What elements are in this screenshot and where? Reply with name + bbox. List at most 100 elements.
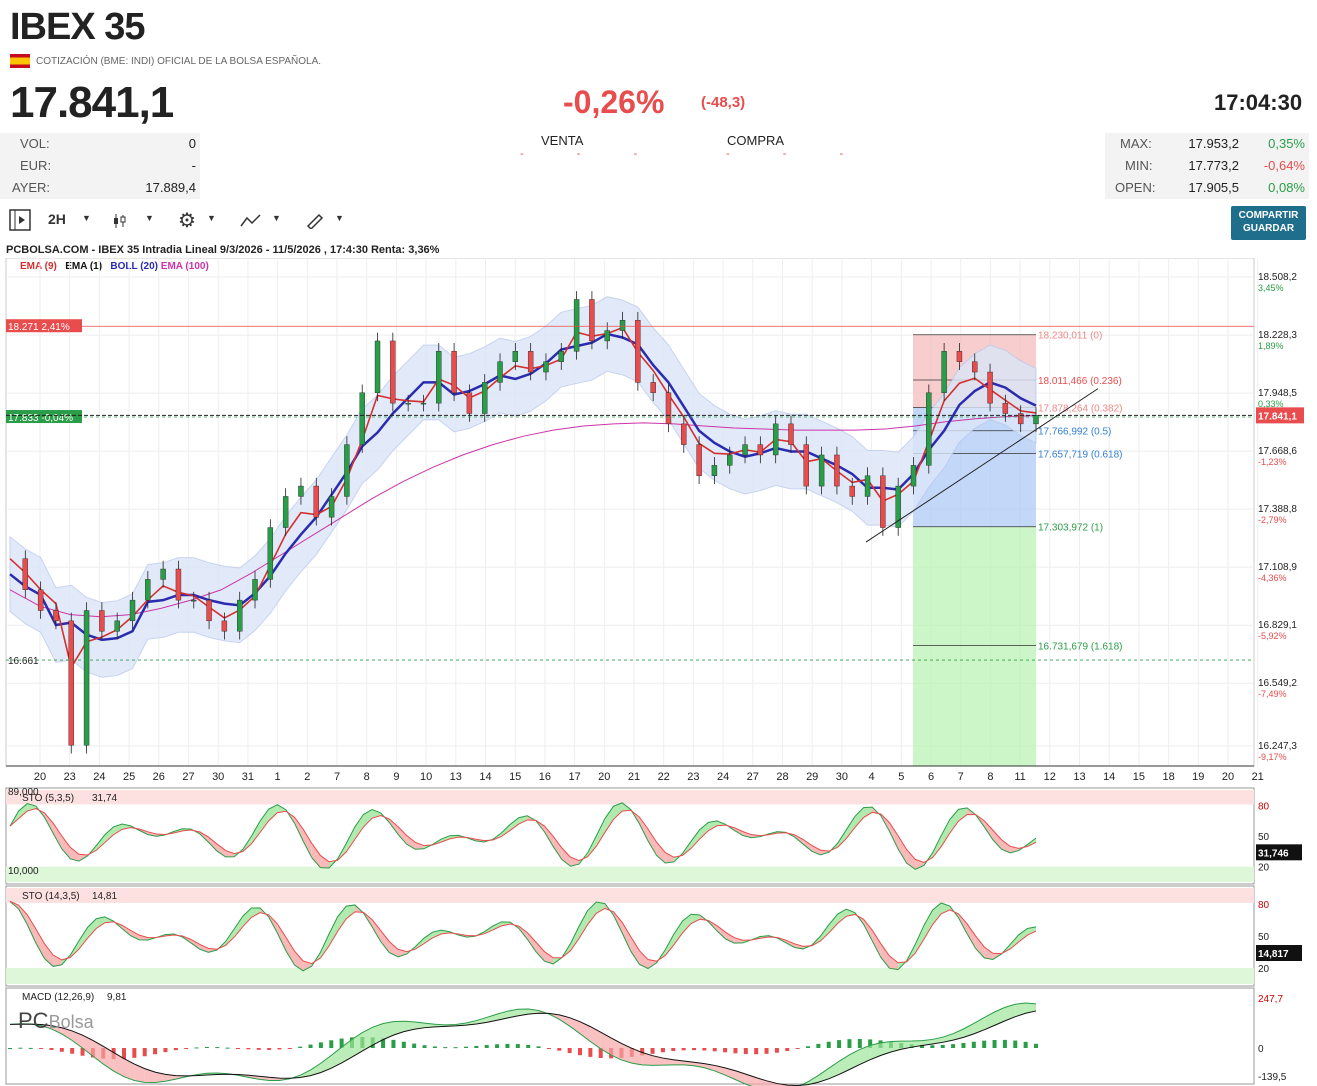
y-tick-pct: -4,36% — [1258, 573, 1287, 583]
x-tick-label: 9 — [393, 771, 399, 783]
macd-hist-bar — [39, 1048, 44, 1049]
candle-body — [972, 361, 978, 373]
macd-hist-bar — [484, 1045, 489, 1048]
macd-hist-bar — [163, 1048, 168, 1053]
x-tick-label: 21 — [1252, 771, 1264, 783]
indicators-icon[interactable] — [240, 212, 262, 230]
macd-hist-bar — [318, 1042, 323, 1048]
macd-hist-bar — [681, 1048, 686, 1051]
x-tick-label: 11 — [1014, 771, 1025, 783]
chart-toolbar: 2H ▼ ▼ ⚙ ▼ ▼ ▼ — [0, 205, 360, 237]
macd-hist-bar — [733, 1048, 738, 1054]
candle-body — [145, 579, 151, 601]
x-tick-label: 2 — [304, 771, 310, 783]
macd-hist-bar — [774, 1048, 779, 1053]
price-chart[interactable]: 18.230,011 (0) 18.011,466 (0.236) 17.878,2… — [0, 258, 1317, 1086]
macd-hist-bar — [515, 1044, 520, 1048]
candle-body — [543, 361, 549, 373]
candle-body — [99, 610, 105, 632]
macd-hist-bar — [806, 1046, 810, 1048]
candle-body — [22, 558, 29, 590]
macd-hist-bar — [401, 1041, 406, 1048]
change-absolute: (-48,3) — [701, 94, 746, 111]
sto-hi-label: 89,000 — [8, 787, 39, 798]
chevron-down-icon[interactable]: ▼ — [335, 213, 344, 223]
candle-body — [114, 620, 120, 632]
macd-tick: 247,7 — [1258, 994, 1283, 1005]
candle-body — [359, 392, 365, 445]
chevron-down-icon[interactable]: ▼ — [272, 213, 281, 223]
macd-tick: -139,5 — [1258, 1072, 1287, 1083]
y-tick-pct: -9,17% — [1258, 752, 1287, 762]
macd-hist-bar — [256, 1048, 261, 1050]
x-tick-label: 12 — [1044, 771, 1056, 783]
macd-hist-bar — [692, 1048, 696, 1051]
macd-hist-bar — [194, 1047, 199, 1049]
x-tick-label: 6 — [928, 771, 934, 783]
macd-hist-bar — [412, 1043, 417, 1048]
macd-hist-bar — [495, 1044, 500, 1048]
sto-tick: 80 — [1258, 801, 1270, 812]
macd-hist-bar — [474, 1045, 479, 1048]
macd-hist-bar — [930, 1045, 935, 1048]
macd-hist-bar — [443, 1047, 448, 1049]
timeframe-select[interactable]: 2H — [48, 211, 66, 227]
sto-tick: 50 — [1258, 932, 1270, 943]
candle-body — [849, 485, 855, 497]
macd-hist-bar — [8, 1048, 12, 1049]
macd-hist-bar — [650, 1048, 655, 1054]
macd-label: MACD (12,26,9) — [22, 992, 94, 1003]
sto-tag: 31,746 — [1258, 848, 1289, 859]
chevron-down-icon[interactable]: ▼ — [145, 213, 154, 223]
x-tick-label: 22 — [658, 771, 670, 783]
share-save-button[interactable]: COMPARTIR GUARDAR — [1231, 206, 1306, 240]
stat-pct: 0,35% — [1268, 136, 1305, 151]
candle-body — [941, 351, 947, 393]
y-tick-pct: -1,23% — [1258, 457, 1287, 467]
macd-hist-bar — [1002, 1039, 1007, 1048]
share-label: COMPARTIR — [1238, 210, 1299, 221]
sell-value: - - - — [520, 148, 638, 160]
candle-body — [987, 371, 993, 404]
candle-body — [604, 330, 610, 342]
x-tick-label: 25 — [123, 771, 135, 783]
macd-hist-bar — [982, 1040, 987, 1048]
chevron-down-icon[interactable]: ▼ — [82, 213, 91, 223]
gear-icon[interactable]: ⚙ — [178, 208, 196, 233]
candle-body — [53, 610, 59, 622]
play-panel-icon[interactable] — [9, 209, 31, 231]
overbought-zone — [6, 888, 1254, 903]
candle-body — [497, 361, 503, 383]
fib-label: 17.878,264 (0.382) — [1038, 404, 1123, 415]
x-tick-label: 21 — [628, 771, 640, 783]
candle-body — [237, 599, 243, 632]
candle-body — [834, 454, 840, 487]
sto-lo-label: 10,000 — [8, 866, 39, 877]
x-tick-label: 7 — [958, 771, 964, 783]
macd-hist-bar — [702, 1048, 707, 1051]
stat-value: 0 — [188, 136, 196, 151]
stats-left-panel: VOL: 0 EUR: - AYER: 17.889,4 — [0, 133, 200, 199]
candle-body — [772, 423, 779, 456]
x-tick-label: 14 — [1103, 771, 1115, 783]
candle-body — [818, 454, 825, 487]
macd-hist-bar — [215, 1047, 220, 1049]
macd-hist-bar — [557, 1048, 562, 1051]
fib-label: 17.657,719 (0.618) — [1038, 449, 1123, 460]
x-tick-label: 7 — [334, 771, 340, 783]
y-tick-label: 18.508,2 — [1258, 272, 1297, 283]
candle-body — [956, 351, 963, 362]
fib-zone-green — [913, 526, 1036, 766]
indicator-panels: 805020STO (5,3,5) 31,7431,74689,00010,000… — [5, 787, 1302, 1086]
draw-pen-icon[interactable] — [305, 211, 325, 229]
candles-icon[interactable] — [112, 212, 132, 230]
candle-body — [512, 351, 519, 362]
macd-hist-bar — [308, 1044, 313, 1048]
stat-label: MAX: — [1120, 136, 1152, 151]
x-tick-label: 20 — [598, 771, 610, 783]
chevron-down-icon[interactable]: ▼ — [207, 213, 216, 223]
y-tick-pct: 1,89% — [1258, 341, 1284, 351]
x-tick-label: 17 — [568, 771, 580, 783]
macd-hist-bar — [1023, 1041, 1028, 1048]
x-tick-label: 27 — [747, 771, 759, 783]
